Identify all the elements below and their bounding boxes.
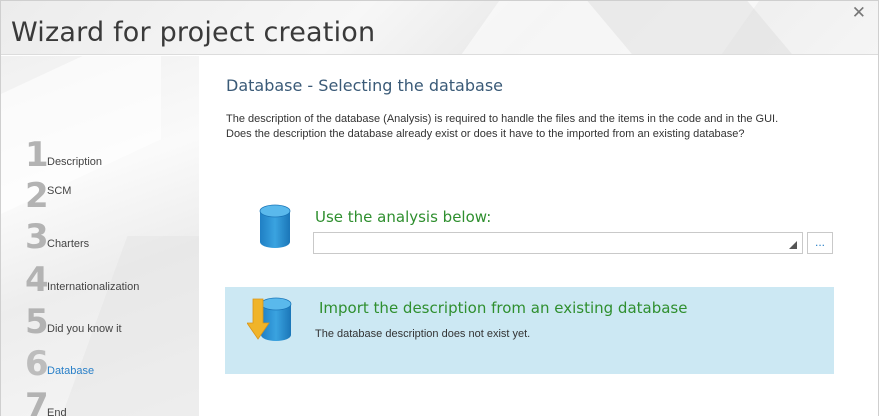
step-label: Charters bbox=[47, 238, 90, 250]
database-icon bbox=[259, 204, 291, 248]
step-number: 2 bbox=[25, 176, 49, 216]
step-scm[interactable]: 2 SCM bbox=[25, 173, 71, 213]
window-title: Wizard for project creation bbox=[11, 17, 376, 48]
step-label: End bbox=[47, 407, 67, 416]
step-number: 1 bbox=[25, 135, 49, 175]
step-label: Description bbox=[47, 156, 103, 168]
step-number: 6 bbox=[25, 344, 49, 384]
step-did-you-know-it[interactable]: 5 Did you know it bbox=[25, 299, 122, 339]
page-description: The description of the database (Analysi… bbox=[226, 112, 866, 142]
step-number: 4 bbox=[25, 260, 49, 300]
database-import-icon bbox=[247, 297, 292, 341]
analysis-combo[interactable] bbox=[313, 232, 803, 254]
import-option-panel[interactable]: Import the description from an existing … bbox=[225, 287, 834, 374]
step-label: Database bbox=[47, 365, 95, 377]
description-line: The description of the database (Analysi… bbox=[226, 113, 779, 125]
import-option-title: Import the description from an existing … bbox=[319, 299, 688, 317]
step-internationalization[interactable]: 4 Internationalization bbox=[25, 257, 139, 297]
use-analysis-title[interactable]: Use the analysis below: bbox=[315, 208, 491, 226]
step-database[interactable]: 6 Database bbox=[25, 341, 94, 381]
close-icon[interactable]: ✕ bbox=[852, 5, 866, 22]
browse-button[interactable]: ... bbox=[807, 232, 833, 254]
step-number: 7 bbox=[25, 386, 49, 416]
dropdown-arrow-icon[interactable] bbox=[789, 241, 797, 249]
title-bar: Wizard for project creation ✕ bbox=[1, 1, 878, 55]
step-charters[interactable]: 3 Charters bbox=[25, 214, 89, 254]
step-number: 5 bbox=[25, 302, 49, 342]
step-description[interactable]: 1 Description bbox=[25, 132, 102, 172]
import-option-subtitle: The database description does not exist … bbox=[315, 328, 531, 340]
steps-sidebar: 1 Description 2 SCM 3 Charters 4 Interna… bbox=[1, 56, 199, 416]
step-label: Did you know it bbox=[47, 323, 122, 335]
step-label: SCM bbox=[47, 185, 72, 197]
step-label: Internationalization bbox=[47, 281, 140, 293]
main-content: Database - Selecting the database The de… bbox=[199, 56, 878, 416]
page-title: Database - Selecting the database bbox=[226, 76, 503, 95]
description-line: Does the description the database alread… bbox=[226, 128, 745, 140]
step-end[interactable]: 7 End bbox=[25, 383, 67, 416]
wizard-window: Wizard for project creation ✕ 1 Descript… bbox=[0, 0, 879, 416]
step-number: 3 bbox=[25, 217, 49, 257]
